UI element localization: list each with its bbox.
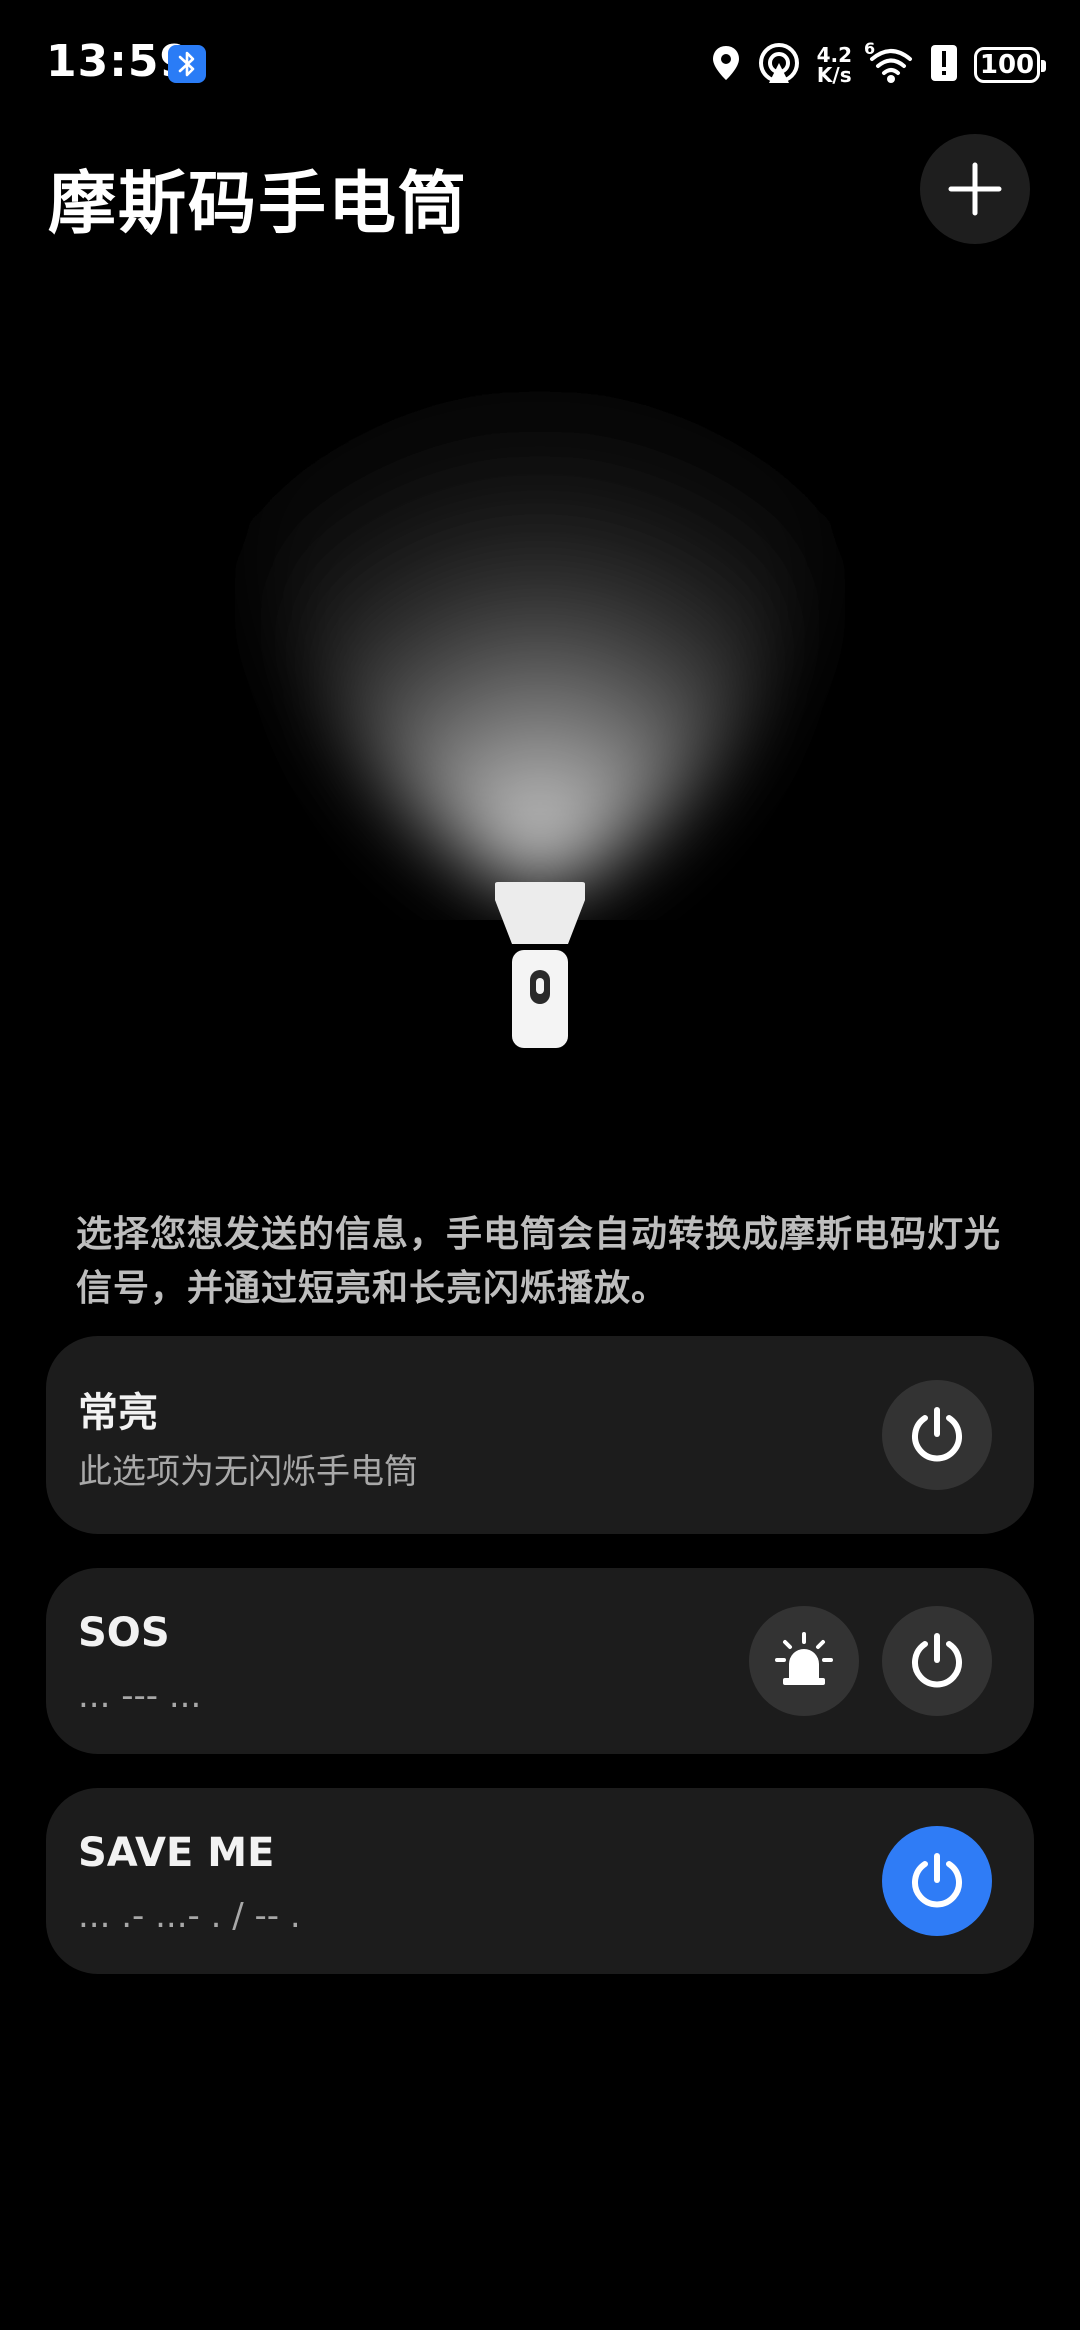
mode-title: SOS — [78, 1610, 170, 1656]
wifi-icon: 6 — [864, 39, 914, 85]
add-button[interactable] — [920, 134, 1030, 244]
alarm-button[interactable] — [749, 1606, 859, 1716]
flashlight-icon — [495, 882, 585, 1048]
description-text: 选择您想发送的信息，手电筒会自动转换成摩斯电码灯光信号，并通过短亮和长亮闪烁播放… — [76, 1214, 1002, 1309]
siren-icon — [775, 1632, 833, 1685]
mode-title: 常亮 — [78, 1390, 158, 1436]
mode-title: SAVE ME — [78, 1830, 275, 1876]
plus-icon — [948, 162, 1002, 216]
battery-level: 100 — [979, 50, 1035, 80]
power-button[interactable] — [882, 1380, 992, 1490]
power-icon — [912, 1633, 962, 1688]
status-bar: 13:59 4.2 K/s 6 100 — [0, 0, 1080, 120]
network-speed: 4.2 K/s — [817, 45, 852, 85]
network-speed-unit: K/s — [816, 63, 852, 87]
page-title: 摩斯码手电筒 — [48, 165, 469, 244]
location-icon — [711, 44, 741, 86]
power-button[interactable] — [882, 1606, 992, 1716]
battery-icon: 100 — [974, 47, 1046, 83]
alert-icon — [930, 44, 958, 86]
network-speed-value: 4.2 — [816, 43, 852, 67]
mode-subtitle: 此选项为无闪烁手电筒 — [78, 1452, 418, 1492]
status-icons: 4.2 K/s 6 100 — [711, 39, 1046, 90]
mode-card-save-me[interactable]: SAVE ME ... .- ...- . / -- . — [46, 1788, 1034, 1974]
light-beam — [249, 260, 831, 890]
mode-subtitle: ... --- ... — [78, 1676, 202, 1716]
wifi-label: 6 — [864, 39, 876, 58]
mode-subtitle: ... .- ...- . / -- . — [78, 1896, 301, 1936]
mode-card-sos[interactable]: SOS ... --- ... — [46, 1568, 1034, 1754]
bluetooth-icon — [168, 45, 206, 83]
power-icon — [912, 1407, 962, 1462]
hotspot-icon — [757, 41, 801, 89]
power-icon — [912, 1853, 962, 1908]
screen: 13:59 4.2 K/s 6 100 摩斯码手电筒 选择您想发送的信息，手电筒… — [0, 0, 1080, 2330]
power-button[interactable] — [882, 1826, 992, 1936]
mode-card-steady[interactable]: 常亮 此选项为无闪烁手电筒 — [46, 1336, 1034, 1534]
